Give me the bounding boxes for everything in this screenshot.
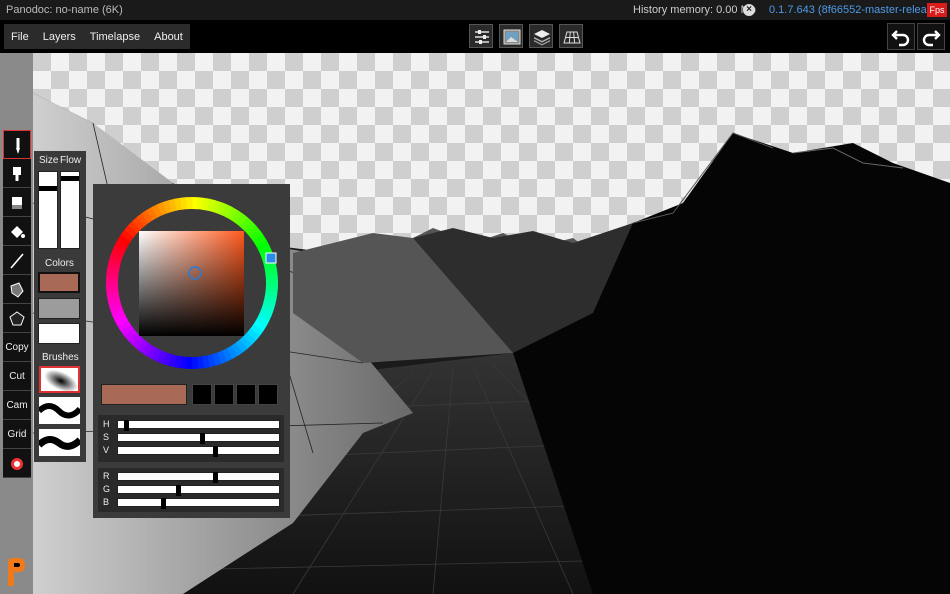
h-label: H xyxy=(103,419,110,429)
hue-slider-knob[interactable] xyxy=(124,420,130,431)
history-swatch-2[interactable] xyxy=(214,384,234,405)
menu-bar: File Layers Timelapse About xyxy=(4,24,190,49)
green-slider-knob[interactable] xyxy=(176,485,182,496)
b-label: B xyxy=(103,497,110,507)
menu-layers[interactable]: Layers xyxy=(36,31,83,43)
clear-history-icon[interactable]: × xyxy=(743,4,755,16)
grid-icon[interactable] xyxy=(559,24,583,48)
adjustments-icon[interactable] xyxy=(469,24,493,48)
color-swatch-2[interactable] xyxy=(38,298,80,319)
tool-bar: Copy Cut Cam Grid xyxy=(3,130,31,478)
value-slider[interactable] xyxy=(117,446,280,457)
line-tool[interactable] xyxy=(3,246,31,275)
flow-slider-thumb[interactable] xyxy=(61,175,79,181)
red-slider-knob[interactable] xyxy=(212,472,218,483)
polygon-tool[interactable] xyxy=(3,304,31,333)
menu-file[interactable]: File xyxy=(4,31,36,43)
redo-button[interactable] xyxy=(917,23,945,50)
colors-label: Colors xyxy=(45,258,74,269)
menu-timelapse[interactable]: Timelapse xyxy=(83,31,147,43)
grid-tool[interactable]: Grid xyxy=(3,420,31,449)
color-picker-panel: H S V R G B xyxy=(93,184,290,518)
layers-icon[interactable] xyxy=(529,24,553,48)
rgb-sliders: R G B xyxy=(98,468,284,512)
history-swatch-1[interactable] xyxy=(192,384,212,405)
blue-slider[interactable] xyxy=(117,498,280,509)
hue-handle[interactable] xyxy=(265,252,277,264)
brush-preset-2[interactable] xyxy=(39,397,80,424)
saturation-slider[interactable] xyxy=(117,433,280,444)
app-logo-icon xyxy=(5,556,27,588)
r-label: R xyxy=(103,471,110,481)
brush-tool[interactable] xyxy=(3,130,31,159)
color-wheel[interactable] xyxy=(99,190,285,376)
copy-tool[interactable]: Copy xyxy=(3,333,31,362)
brushes-label: Brushes xyxy=(42,352,79,363)
fill-bucket-tool[interactable] xyxy=(3,217,31,246)
history-swatch-3[interactable] xyxy=(236,384,256,405)
spray-tool[interactable] xyxy=(3,159,31,188)
v-label: V xyxy=(103,445,110,455)
image-icon[interactable] xyxy=(499,24,523,48)
app-title: Panodoc: no-name (6K) xyxy=(6,4,123,16)
brush-panel: Size Flow Colors Brushes xyxy=(34,151,86,462)
blue-slider-knob[interactable] xyxy=(160,498,166,509)
hue-slider[interactable] xyxy=(117,420,280,431)
title-bar: Panodoc: no-name (6K) History memory: 0.… xyxy=(0,0,950,20)
eraser-tool[interactable] xyxy=(3,188,31,217)
hsv-sliders: H S V xyxy=(98,415,284,462)
sticker-tool[interactable] xyxy=(3,449,31,478)
flow-slider[interactable] xyxy=(60,171,80,249)
size-slider[interactable] xyxy=(38,171,58,249)
saturation-slider-knob[interactable] xyxy=(200,433,206,444)
red-slider[interactable] xyxy=(117,472,280,483)
size-label: Size xyxy=(39,155,59,166)
menu-about[interactable]: About xyxy=(147,31,190,43)
value-slider-knob[interactable] xyxy=(212,446,218,457)
brush-preset-1[interactable] xyxy=(39,366,80,393)
green-slider[interactable] xyxy=(117,485,280,496)
lasso-tool[interactable] xyxy=(3,275,31,304)
color-swatch-3[interactable] xyxy=(38,323,80,344)
history-swatch-4[interactable] xyxy=(258,384,278,405)
g-label: G xyxy=(103,484,111,494)
version-label: 0.1.7.643 (8f66552-master-release) xyxy=(769,4,943,16)
cut-tool[interactable]: Cut xyxy=(3,362,31,391)
history-memory: History memory: 0.00 Mb xyxy=(633,4,756,16)
color-swatch-1[interactable] xyxy=(38,272,80,293)
s-label: S xyxy=(103,432,110,442)
size-slider-thumb[interactable] xyxy=(39,186,57,192)
undo-button[interactable] xyxy=(887,23,915,50)
fps-badge[interactable]: Fps xyxy=(927,3,947,17)
saturation-value-square[interactable] xyxy=(139,231,244,336)
flow-label: Flow xyxy=(60,155,82,166)
brush-preset-3[interactable] xyxy=(39,429,80,456)
cam-tool[interactable]: Cam xyxy=(3,391,31,420)
current-color-preview xyxy=(101,384,187,405)
